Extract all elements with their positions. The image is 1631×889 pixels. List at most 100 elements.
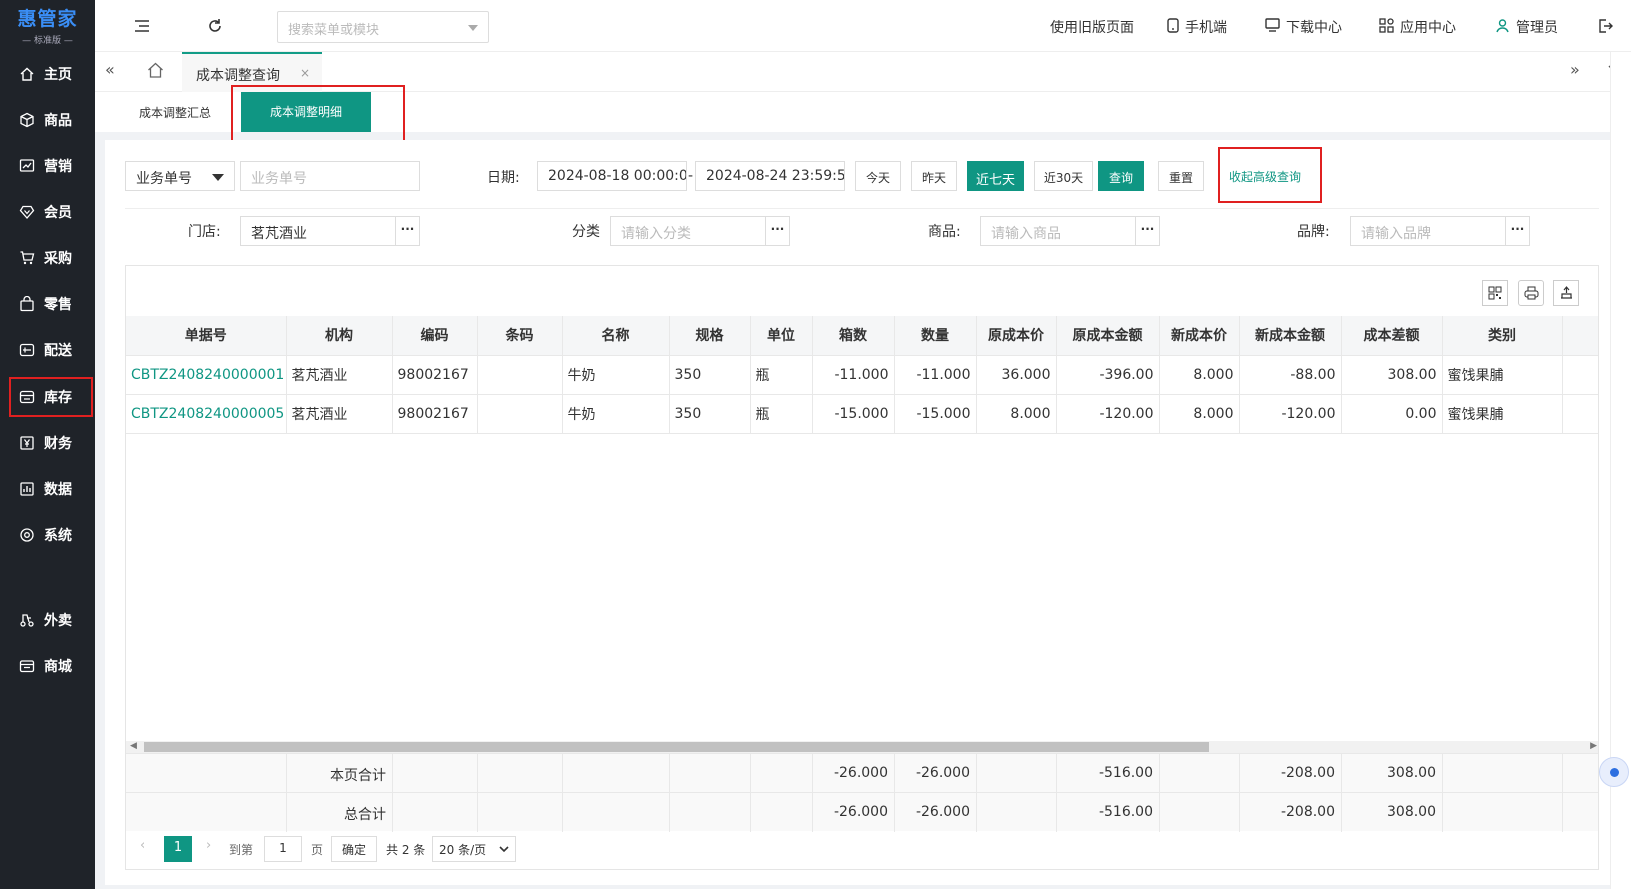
cell-divider bbox=[1562, 793, 1563, 832]
sidebar-item-inventory[interactable]: 库存 bbox=[9, 377, 93, 417]
mobile-link[interactable]: 手机端 bbox=[1167, 17, 1227, 37]
next-page-icon[interactable]: › bbox=[206, 838, 211, 853]
total-diff: 308.00 bbox=[1387, 765, 1436, 781]
truck-icon bbox=[18, 341, 36, 359]
order-number-link[interactable]: CBTZ2408240000005 bbox=[126, 394, 287, 434]
order-number-link[interactable]: CBTZ2408240000001 bbox=[126, 355, 287, 395]
column-header[interactable]: 名称 bbox=[562, 316, 670, 356]
table-cell: 350 bbox=[669, 394, 751, 434]
product-picker-button[interactable]: ··· bbox=[1135, 217, 1159, 245]
app-center-link[interactable]: 应用中心 bbox=[1379, 17, 1456, 37]
close-icon[interactable]: × bbox=[300, 66, 310, 80]
today-button[interactable]: 今天 bbox=[855, 161, 901, 191]
scroll-right-icon[interactable]: » bbox=[1570, 60, 1580, 79]
column-header[interactable]: 条码 bbox=[477, 316, 563, 356]
brand-picker-button[interactable]: ··· bbox=[1505, 217, 1529, 245]
export-icon[interactable] bbox=[1553, 280, 1579, 306]
sidebar-item-chart[interactable]: 营销 bbox=[0, 146, 95, 186]
brand-label: 品牌: bbox=[1297, 224, 1330, 240]
horizontal-scrollbar[interactable]: ◀ ▶ bbox=[126, 741, 1598, 753]
column-header[interactable]: 数量 bbox=[894, 316, 977, 356]
table-cell: -15.000 bbox=[812, 394, 895, 434]
table-row[interactable]: CBTZ2408240000001 茗芃酒业 98002167 牛奶 350 瓶 -11.0… bbox=[126, 355, 1598, 395]
store-picker-button[interactable]: ··· bbox=[395, 217, 419, 245]
page-number-current[interactable]: 1 bbox=[164, 836, 192, 862]
print-icon[interactable] bbox=[1518, 280, 1544, 306]
category-picker-button[interactable]: ··· bbox=[765, 217, 789, 245]
column-header[interactable]: 编码 bbox=[392, 316, 478, 356]
table-cell: 瓶 bbox=[750, 394, 813, 434]
column-header[interactable]: 原成本价 bbox=[976, 316, 1057, 356]
sidebar-item-label: 采购 bbox=[44, 251, 72, 267]
column-header[interactable]: 成本差额 bbox=[1341, 316, 1443, 356]
column-header[interactable]: 规格 bbox=[669, 316, 751, 356]
qrcode-icon[interactable] bbox=[1482, 280, 1508, 306]
sidebar-item-delivery[interactable]: 外卖 bbox=[0, 600, 95, 640]
page-size-select[interactable]: 20 条/页 bbox=[432, 836, 516, 862]
column-header[interactable]: 新成本金额 bbox=[1239, 316, 1342, 356]
sidebar-item-data[interactable]: 数据 bbox=[0, 469, 95, 509]
table-cell: -11.000 bbox=[812, 355, 895, 395]
category-input[interactable]: 请输入分类 ··· bbox=[610, 216, 790, 246]
old-version-link[interactable]: 使用旧版页面 bbox=[1050, 17, 1134, 37]
scroll-right-arrow-icon[interactable]: ▶ bbox=[1590, 741, 1597, 751]
yesterday-button[interactable]: 昨天 bbox=[911, 161, 957, 191]
sidebar-item-box[interactable]: 商品 bbox=[0, 100, 95, 140]
sidebar-item-label: 商城 bbox=[44, 659, 72, 675]
home-tab-icon[interactable] bbox=[147, 62, 164, 82]
last-30-days-button[interactable]: 近30天 bbox=[1034, 161, 1093, 191]
goto-confirm-button[interactable]: 确定 bbox=[331, 836, 377, 862]
inventory-icon bbox=[18, 388, 36, 406]
date-end-input[interactable]: 2024-08-24 23:59:59 bbox=[695, 161, 845, 191]
box-icon bbox=[18, 111, 36, 129]
scrollbar-thumb[interactable] bbox=[144, 742, 1209, 752]
reset-button[interactable]: 重置 bbox=[1158, 161, 1204, 191]
sidebar-item-truck[interactable]: 配送 bbox=[0, 330, 95, 370]
sidebar-item-settings[interactable]: 系统 bbox=[0, 515, 95, 555]
order-number-input[interactable]: 业务单号 bbox=[240, 161, 420, 191]
menu-toggle-icon[interactable] bbox=[132, 16, 152, 36]
store-input[interactable]: 茗芃酒业 ··· bbox=[240, 216, 420, 246]
download-center-link[interactable]: 下载中心 bbox=[1265, 17, 1342, 37]
column-header[interactable]: 机构 bbox=[286, 316, 393, 356]
last-7-days-button[interactable]: 近七天 bbox=[967, 161, 1024, 191]
prev-page-icon[interactable]: ‹ bbox=[140, 838, 145, 853]
sidebar-item-bag[interactable]: 零售 bbox=[0, 284, 95, 324]
cell-divider bbox=[477, 754, 478, 793]
refresh-icon[interactable] bbox=[205, 16, 225, 36]
goto-page-input[interactable]: 1 bbox=[264, 836, 302, 862]
table-cell: 茗芃酒业 bbox=[286, 355, 393, 395]
column-header[interactable]: 原成本金额 bbox=[1056, 316, 1160, 356]
column-header[interactable]: 类别 bbox=[1442, 316, 1563, 356]
sidebar-item-home[interactable]: 主页 bbox=[0, 54, 95, 94]
table-cell: 茗芃酒业 bbox=[286, 394, 393, 434]
scroll-left-arrow-icon[interactable]: ◀ bbox=[130, 741, 137, 751]
menu-search-input[interactable]: 搜索菜单或模块 bbox=[277, 11, 489, 43]
sidebar-item-shop[interactable]: 商城 bbox=[0, 646, 95, 686]
bag-icon bbox=[18, 295, 36, 313]
logout-icon[interactable] bbox=[1595, 16, 1615, 36]
product-input[interactable]: 请输入商品 ··· bbox=[980, 216, 1160, 246]
date-start-input[interactable]: 2024-08-18 00:00:00 bbox=[537, 161, 687, 191]
brand-logo[interactable]: 惠管家 — 标准版 — bbox=[0, 0, 95, 50]
table-row[interactable]: CBTZ2408240000005 茗芃酒业 98002167 牛奶 350 瓶 -15.0… bbox=[126, 394, 1598, 434]
sidebar-item-cart[interactable]: 采购 bbox=[0, 238, 95, 278]
brand-input[interactable]: 请输入品牌 ··· bbox=[1350, 216, 1530, 246]
column-header[interactable]: 箱数 bbox=[812, 316, 895, 356]
sidebar-item-diamond[interactable]: 会员 bbox=[0, 192, 95, 232]
scroll-left-icon[interactable]: « bbox=[105, 60, 115, 79]
user-menu[interactable]: 管理员 bbox=[1495, 17, 1558, 37]
order-type-select[interactable]: 业务单号 bbox=[125, 161, 235, 191]
apps-icon bbox=[1379, 17, 1394, 37]
subtab-summary[interactable]: 成本调整汇总 bbox=[139, 104, 211, 121]
shop-icon bbox=[18, 657, 36, 675]
column-header[interactable]: 单位 bbox=[750, 316, 813, 356]
column-header[interactable]: 新成本价 bbox=[1159, 316, 1240, 356]
total-new-amount: -208.00 bbox=[1280, 804, 1335, 820]
sidebar-item-yen[interactable]: 财务 bbox=[0, 423, 95, 463]
total-count: 共 2 条 bbox=[386, 843, 426, 857]
floating-assistant-icon[interactable] bbox=[1599, 757, 1629, 787]
query-button[interactable]: 查询 bbox=[1098, 161, 1144, 191]
sidebar-item-label: 库存 bbox=[44, 390, 72, 406]
column-header[interactable]: 单据号 bbox=[126, 316, 287, 356]
